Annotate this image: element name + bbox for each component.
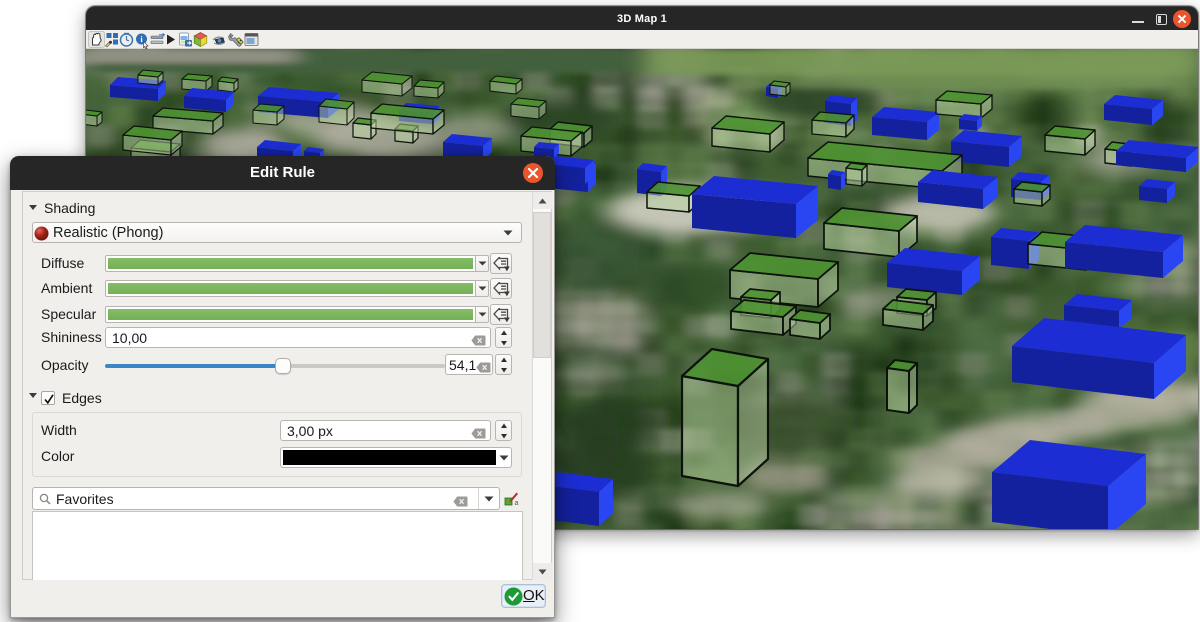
svg-text:a: a (515, 500, 519, 506)
